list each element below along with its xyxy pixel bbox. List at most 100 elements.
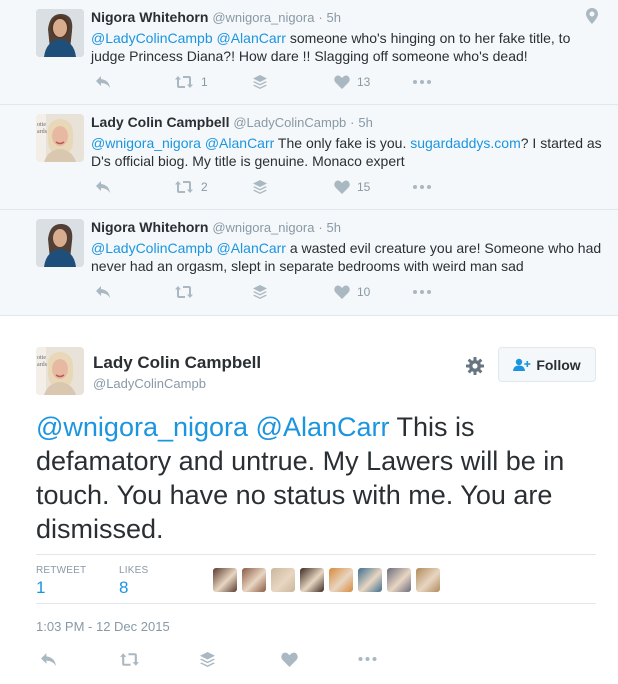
retweet-button[interactable] xyxy=(174,282,201,302)
location-pin-icon[interactable] xyxy=(586,8,598,29)
follow-label: Follow xyxy=(536,356,581,373)
tweet-text: @LadyColinCampb @AlanCarr someone who's … xyxy=(91,29,603,65)
heart-icon xyxy=(334,75,350,89)
reply-button[interactable] xyxy=(95,72,111,92)
svg-text:ards: ards xyxy=(37,362,48,368)
liker-avatar[interactable] xyxy=(358,568,382,592)
liker-avatar[interactable] xyxy=(300,568,324,592)
thread-tweet[interactable]: Nigora Whitehorn @wnigora_nigora · 5h @L… xyxy=(0,210,618,315)
retweet-stat-label: RETWEET xyxy=(36,565,87,576)
svg-text:otte: otte xyxy=(37,122,46,128)
like-count: 10 xyxy=(357,285,371,299)
gear-icon[interactable] xyxy=(465,356,485,381)
more-button[interactable] xyxy=(358,649,377,669)
reply-button[interactable] xyxy=(95,177,111,197)
like-button[interactable] xyxy=(281,649,298,669)
mention-links[interactable]: @LadyColinCampb @AlanCarr xyxy=(91,240,286,256)
reply-icon xyxy=(41,652,56,666)
main-mention-links[interactable]: @wnigora_nigora @AlanCarr xyxy=(36,412,389,442)
conversation-thread: Nigora Whitehorn @wnigora_nigora · 5h @L… xyxy=(0,0,618,316)
heart-icon xyxy=(334,285,350,299)
heart-icon xyxy=(334,180,350,194)
retweet-stat-count: 1 xyxy=(36,578,46,597)
more-button[interactable] xyxy=(413,177,431,197)
follow-button[interactable]: Follow xyxy=(498,347,596,382)
display-name[interactable]: Lady Colin Campbell xyxy=(91,114,229,130)
main-display-name[interactable]: Lady Colin Campbell xyxy=(93,353,261,373)
more-dots-icon xyxy=(413,290,431,294)
user-handle[interactable]: @wnigora_nigora xyxy=(212,10,314,25)
liker-avatar[interactable] xyxy=(329,568,353,592)
liker-avatar[interactable] xyxy=(416,568,440,592)
tweet-actions: 1 13 xyxy=(91,72,451,92)
like-button[interactable]: 10 xyxy=(334,282,370,302)
external-link[interactable]: sugardaddys.com xyxy=(410,135,521,151)
likes-stat-label: LIKES xyxy=(119,565,149,576)
buffer-button[interactable] xyxy=(253,72,267,92)
tweet-stats: RETWEET 1 LIKES 8 xyxy=(36,554,596,604)
more-dots-icon xyxy=(413,80,431,84)
tweet-body: The only fake is you. xyxy=(274,135,411,151)
reply-button[interactable] xyxy=(95,282,111,302)
reply-button[interactable] xyxy=(40,649,57,669)
main-user-handle[interactable]: @LadyColinCampb xyxy=(93,376,206,391)
tweet-header: Nigora Whitehorn @wnigora_nigora · 5h xyxy=(91,219,341,235)
tweet-header: Lady Colin Campbell @LadyColinCampb · 5h xyxy=(91,114,373,130)
tweet-text: @wnigora_nigora @AlanCarr The only fake … xyxy=(91,134,603,170)
tweet-timestamp[interactable]: 5h xyxy=(358,115,372,130)
likes-stat[interactable]: LIKES 8 xyxy=(119,565,148,598)
buffer-button[interactable] xyxy=(253,177,267,197)
like-button[interactable]: 13 xyxy=(334,72,370,92)
like-button[interactable]: 15 xyxy=(334,177,370,197)
retweet-count: 1 xyxy=(201,75,208,89)
add-user-icon xyxy=(513,358,531,371)
more-dots-icon xyxy=(413,185,431,189)
liker-avatar[interactable] xyxy=(387,568,411,592)
tweet-actions: 10 xyxy=(91,282,451,302)
retweet-icon xyxy=(175,76,193,88)
avatar[interactable]: otte ards xyxy=(36,114,84,162)
buffer-stack-icon xyxy=(253,75,267,89)
liker-avatar[interactable] xyxy=(242,568,266,592)
display-name[interactable]: Nigora Whitehorn xyxy=(91,9,208,25)
liker-avatars xyxy=(213,568,445,592)
separator-dot: · xyxy=(318,10,323,25)
avatar[interactable] xyxy=(36,9,84,57)
tweet-actions: 2 15 xyxy=(91,177,451,197)
retweet-stat[interactable]: RETWEET 1 xyxy=(36,565,86,598)
likes-stat-count: 8 xyxy=(119,578,129,597)
more-button[interactable] xyxy=(413,282,431,302)
main-tweet-text: @wnigora_nigora @AlanCarr This is defama… xyxy=(36,410,596,546)
buffer-button[interactable] xyxy=(200,649,215,669)
user-handle[interactable]: @wnigora_nigora xyxy=(212,220,314,235)
thread-tweet[interactable]: Nigora Whitehorn @wnigora_nigora · 5h @L… xyxy=(0,0,618,105)
more-dots-icon xyxy=(358,657,377,661)
main-tweet-date[interactable]: 1:03 PM - 12 Dec 2015 xyxy=(36,619,170,634)
retweet-count: 2 xyxy=(201,180,208,194)
tweet-timestamp[interactable]: 5h xyxy=(327,220,341,235)
main-tweet-actions xyxy=(36,649,396,669)
retweet-icon xyxy=(120,652,139,666)
buffer-stack-icon xyxy=(253,180,267,194)
buffer-button[interactable] xyxy=(253,282,267,302)
mention-links[interactable]: @LadyColinCampb @AlanCarr xyxy=(91,30,286,46)
main-avatar[interactable]: otte ards xyxy=(36,347,84,395)
retweet-button[interactable]: 1 xyxy=(174,72,208,92)
avatar[interactable] xyxy=(36,219,84,267)
liker-avatar[interactable] xyxy=(271,568,295,592)
separator-dot: · xyxy=(350,115,355,130)
tweet-timestamp[interactable]: 5h xyxy=(327,10,341,25)
liker-avatar[interactable] xyxy=(213,568,237,592)
display-name[interactable]: Nigora Whitehorn xyxy=(91,219,208,235)
buffer-stack-icon xyxy=(253,285,267,299)
mention-links[interactable]: @wnigora_nigora @AlanCarr xyxy=(91,135,274,151)
retweet-button[interactable]: 2 xyxy=(174,177,208,197)
reply-icon xyxy=(96,181,110,193)
thread-tweet[interactable]: otte ards Lady Colin Campbell @LadyColin… xyxy=(0,105,618,210)
svg-text:otte: otte xyxy=(37,355,46,361)
like-count: 13 xyxy=(357,75,371,89)
retweet-button[interactable] xyxy=(119,649,140,669)
buffer-stack-icon xyxy=(200,651,215,667)
more-button[interactable] xyxy=(413,72,431,92)
user-handle[interactable]: @LadyColinCampb xyxy=(233,115,346,130)
